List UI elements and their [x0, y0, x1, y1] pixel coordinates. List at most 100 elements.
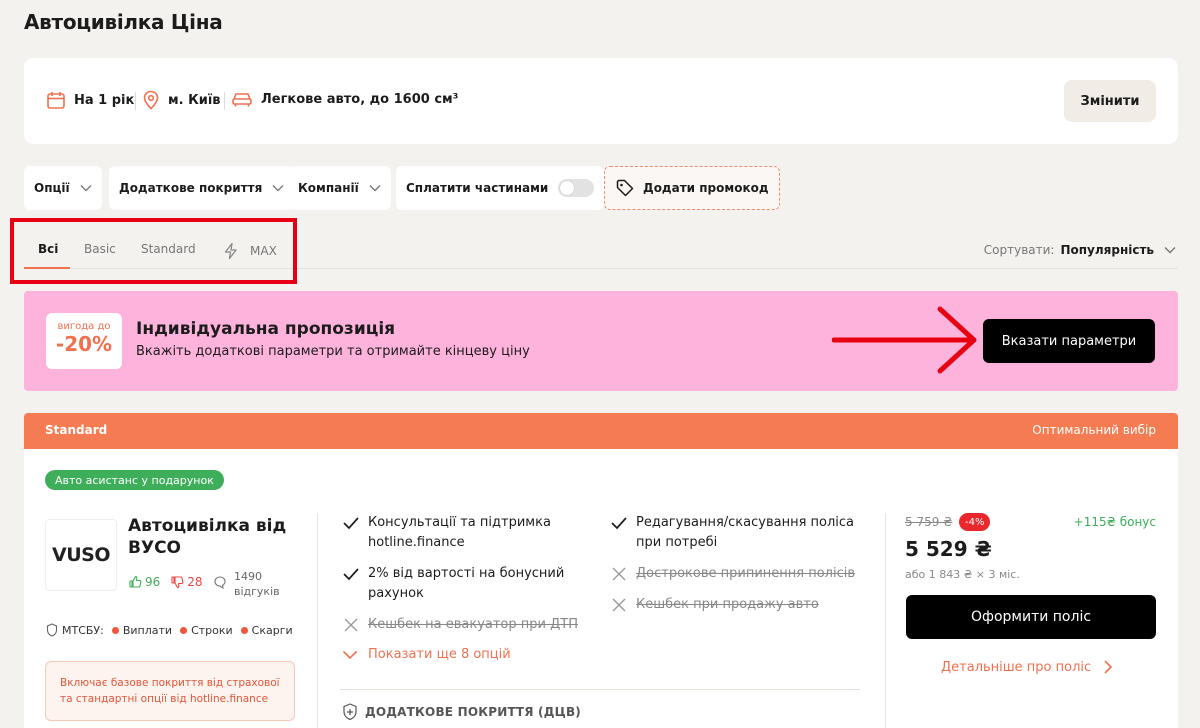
thumbs-down-icon [171, 576, 184, 589]
annotation-arrow-icon [832, 306, 977, 374]
installments-label: Сплатити частинами [406, 181, 549, 195]
cross-icon [612, 598, 626, 612]
check-icon [343, 568, 359, 581]
discount-caption: вигода до [57, 321, 111, 332]
offer-tag: Оптимальний вибір [1032, 423, 1156, 437]
companies-filter[interactable]: Компанії [288, 166, 391, 210]
company-logo-text: VUSO [52, 544, 110, 566]
city-param[interactable]: м. Київ [142, 90, 221, 110]
status-dot [180, 626, 188, 634]
params-card: На 1 рік м. Київ Легкове авто, до 1600 с… [24, 58, 1178, 144]
likes-count: 96 [145, 575, 161, 589]
buy-policy-button[interactable]: Оформити поліс [906, 595, 1156, 639]
votes: 96 28 [128, 575, 227, 589]
feature-item: Консультації та підтримка hotline.financ… [342, 513, 592, 553]
chevron-down-icon [80, 185, 92, 192]
chevron-right-icon [1104, 660, 1113, 674]
show-more-options-link[interactable]: Показати ще 8 опцій [342, 647, 511, 662]
feature-item-disabled: Кешбек при продажу авто [610, 595, 860, 615]
extra-coverage-filter[interactable]: Додаткове покриття [109, 166, 295, 210]
column-divider [317, 513, 318, 728]
page-title: Автоцивілка Ціна [24, 10, 223, 34]
feature-text: Кешбек при продажу авто [636, 597, 819, 612]
tag-icon [616, 179, 634, 197]
feature-text: Консультації та підтримка hotline.financ… [368, 515, 551, 550]
chevron-down-icon [1164, 247, 1176, 254]
offer-header: Standard Оптимальний вибір [24, 413, 1178, 449]
installments-filter: Сплатити частинами [396, 166, 605, 210]
check-icon [343, 517, 359, 530]
vehicle-param[interactable]: Легкове авто, до 1600 см³ [231, 90, 458, 108]
change-params-button[interactable]: Змінити [1064, 80, 1156, 122]
status-dot [240, 626, 248, 634]
mtsbu-label: МТСБУ: [62, 623, 104, 637]
column-divider [885, 513, 886, 728]
param-divider [135, 92, 136, 110]
promo-code-label: Додати промокод [643, 181, 769, 195]
specify-params-button[interactable]: Вказати параметри [983, 319, 1155, 363]
reviews-count[interactable]: 1490 відгуків [234, 569, 294, 599]
mtsbu-item: Скарги [251, 623, 293, 637]
status-dot [111, 626, 119, 634]
discount-value: -20% [55, 332, 113, 356]
options-filter[interactable]: Опції [24, 166, 102, 210]
old-price: 5 759 ₴ [905, 515, 953, 529]
banner-title: Індивідуальна пропозиція [136, 319, 396, 339]
annotation-highlight-box [10, 218, 297, 284]
sort-value: Популярність [1060, 243, 1154, 257]
extra-coverage-filter-label: Додаткове покриття [119, 181, 263, 195]
price: 5 529 ₴ [905, 537, 992, 561]
feature-item-disabled: Дострокове припинення полісів [610, 564, 860, 584]
feature-text: Кешбек на евакуатор при ДТП [368, 617, 578, 632]
check-icon [611, 517, 627, 530]
car-icon [232, 93, 252, 107]
sort-label: Сортувати: [983, 243, 1055, 257]
cross-icon [344, 618, 358, 632]
additional-coverage-heading[interactable]: ДОДАТКОВЕ ПОКРИТТЯ (ДЦВ) [342, 703, 581, 721]
gift-badge: Авто асистанс у подарунок [45, 470, 224, 490]
chevron-down-icon [342, 650, 358, 659]
offer-tier: Standard [45, 423, 108, 437]
individual-offer-banner: вигода до -20% Індивідуальна пропозиція … [24, 291, 1178, 391]
period-label: На 1 рік [74, 92, 135, 108]
feature-text: 2% від вартості на бонусний рахунок [368, 566, 565, 601]
chevron-down-icon [369, 185, 381, 192]
bonus-label: +115₴ бонус [1073, 515, 1156, 529]
cross-icon [612, 567, 626, 581]
shield-plus-icon [343, 703, 357, 721]
feature-item: Редагування/скасування полiса при потреб… [610, 513, 860, 553]
shield-icon [46, 623, 58, 637]
promo-code-button[interactable]: Додати промокод [604, 166, 780, 210]
dislikes-count: 28 [187, 575, 203, 589]
feature-text: Дострокове припинення полісів [636, 566, 856, 581]
banner-subtitle: Вкажіть додаткові параметри та отримайте… [136, 344, 530, 359]
company-logo: VUSO [45, 519, 117, 591]
coverage-info-box: Включає базове покриття від страхової та… [45, 661, 295, 721]
chevron-down-icon [272, 185, 284, 192]
sort-control[interactable]: Сортувати: Популярність [984, 243, 1176, 257]
offer-card: Авто асистанс у подарунок VUSO Автоцивіл… [24, 449, 1178, 728]
calendar-icon [47, 92, 65, 109]
mtsbu-item: Виплати [122, 623, 173, 637]
thumbs-up-icon [129, 575, 142, 588]
policy-details-label: Детальніше про поліс [941, 659, 1092, 675]
policy-details-link[interactable]: Детальніше про поліс [941, 659, 1113, 675]
feature-text: Редагування/скасування полiса при потреб… [636, 515, 855, 550]
discount-box: вигода до -20% [46, 313, 122, 369]
vehicle-label: Легкове авто, до 1600 см³ [261, 91, 459, 107]
additional-coverage-label: ДОДАТКОВЕ ПОКРИТТЯ (ДЦВ) [365, 705, 581, 719]
installments-toggle[interactable] [558, 179, 595, 197]
company-name[interactable]: Автоцивілка від ВУСО [128, 515, 298, 559]
companies-filter-label: Компанії [298, 181, 359, 195]
mtsbu-ratings: МТСБУ: Виплати Строки Скарги [46, 623, 293, 637]
city-label: м. Київ [168, 92, 221, 108]
mtsbu-item: Строки [191, 623, 233, 637]
period-param[interactable]: На 1 рік [46, 90, 134, 110]
feature-item-disabled: Кешбек на евакуатор при ДТП [342, 615, 592, 635]
options-filter-label: Опції [34, 181, 70, 195]
show-more-label: Показати ще 8 опцій [368, 647, 511, 662]
installment-price: або 1 843 ₴ × 3 міс. [905, 568, 1020, 581]
param-divider [224, 92, 225, 110]
comment-icon [214, 576, 226, 589]
location-pin-icon [143, 90, 159, 110]
